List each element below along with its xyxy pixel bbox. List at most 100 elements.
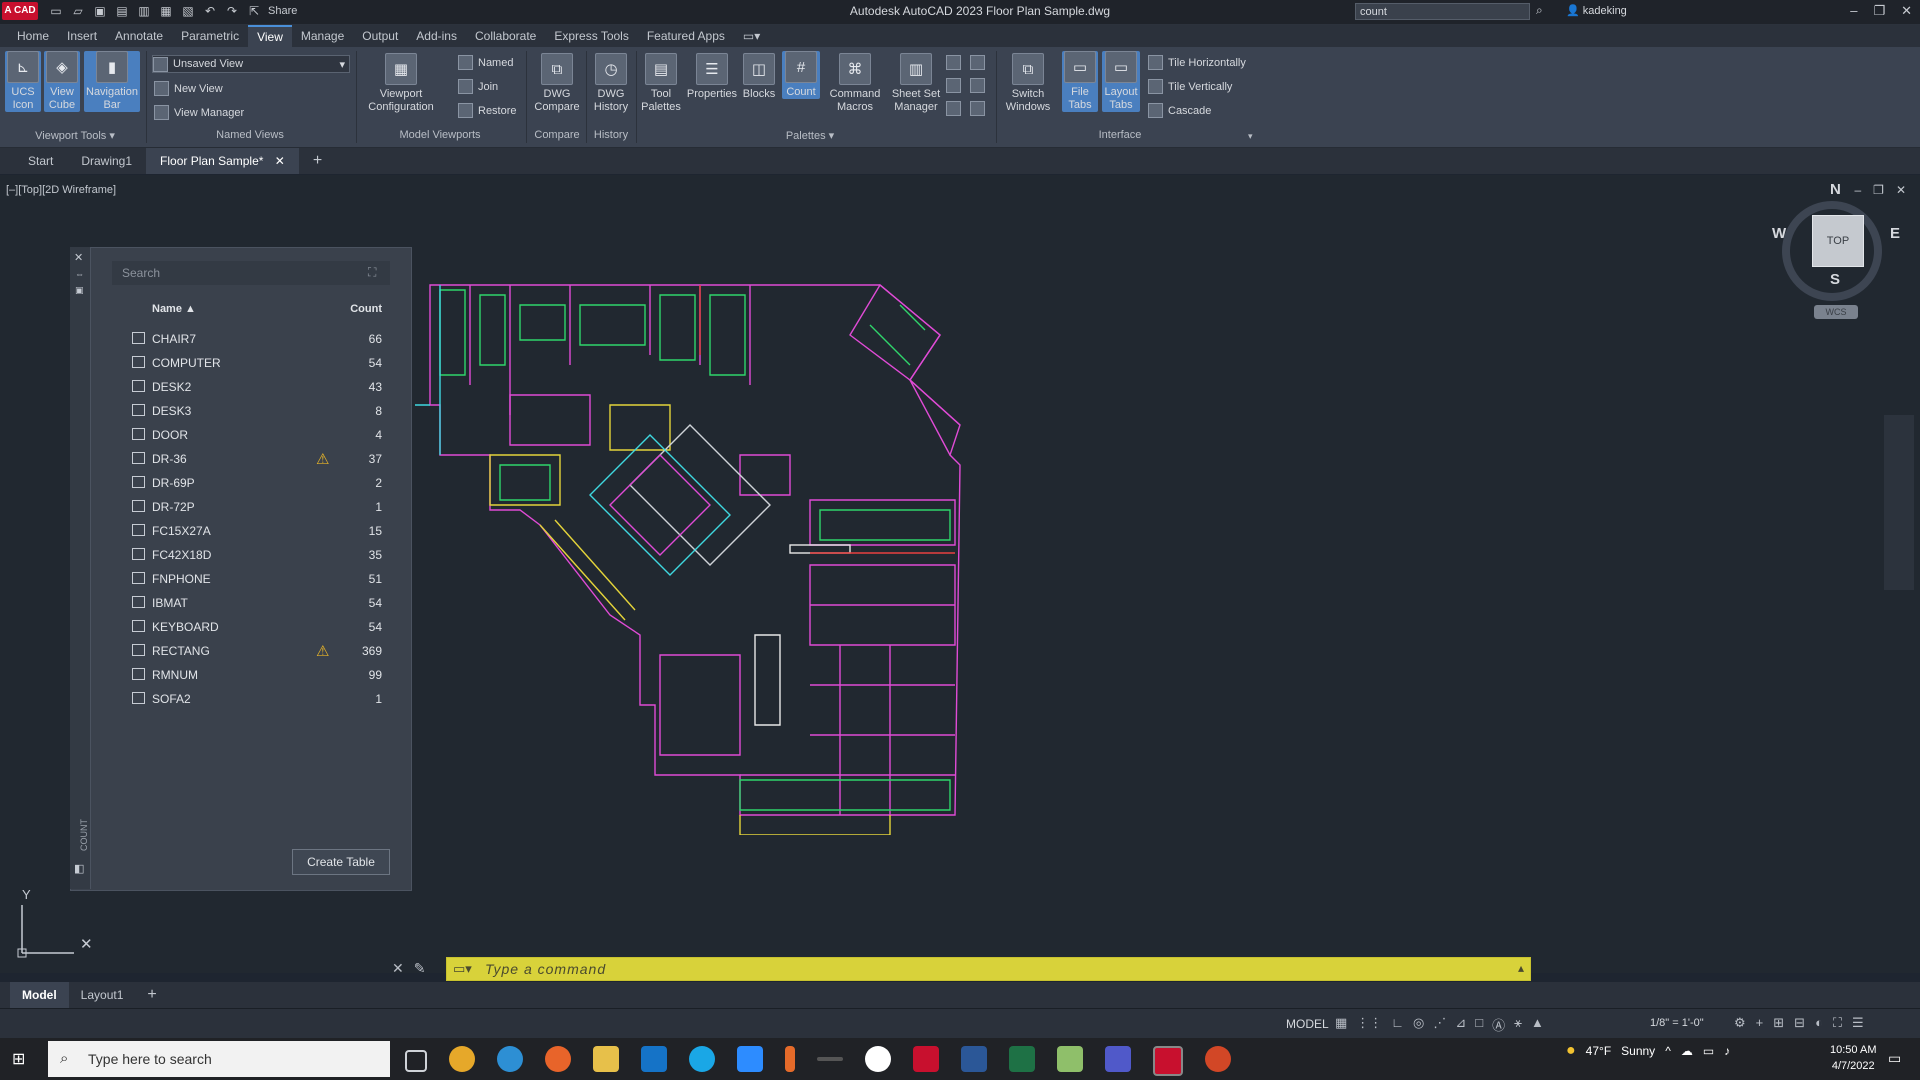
paint-icon[interactable] xyxy=(785,1046,795,1072)
notification-icon[interactable]: ▭ xyxy=(1888,1050,1901,1067)
minimize-icon[interactable]: – xyxy=(1850,3,1857,19)
outlook-icon[interactable] xyxy=(641,1046,667,1072)
close-icon[interactable]: ✕ xyxy=(1901,3,1912,19)
close-palette-icon[interactable]: ✕ xyxy=(74,251,83,264)
cascade-button[interactable]: Cascade xyxy=(1148,103,1211,118)
panel-label-palettes[interactable]: Palettes ▾ xyxy=(640,129,980,142)
tab-insert[interactable]: Insert xyxy=(58,25,106,47)
weather-temperature[interactable]: 47°F xyxy=(1586,1044,1611,1058)
open-web-icon[interactable]: ▥ xyxy=(136,3,152,19)
command-input[interactable]: Type a command xyxy=(485,961,606,977)
viewcube-top-face[interactable]: TOP xyxy=(1812,215,1864,267)
count-row[interactable]: DESK2 43 xyxy=(112,375,390,399)
grid-icon[interactable]: ▦ xyxy=(1335,1015,1347,1034)
properties-menu-icon[interactable]: ▣ xyxy=(75,285,84,296)
autohide-icon[interactable]: ⇔ xyxy=(75,269,84,279)
network-icon[interactable]: ▭ xyxy=(1703,1044,1714,1058)
navigation-bar-button[interactable]: ▮ Navigation Bar xyxy=(84,51,140,112)
save-icon[interactable]: ▣ xyxy=(92,3,108,19)
file-tabs-button[interactable]: ▭ File Tabs xyxy=(1062,51,1098,112)
compass-north[interactable]: N xyxy=(1830,181,1841,198)
open-file-icon[interactable]: ▱ xyxy=(70,3,86,19)
save-web-icon[interactable]: ▦ xyxy=(158,3,174,19)
tab-output[interactable]: Output xyxy=(353,25,407,47)
wcs-menu[interactable]: WCS xyxy=(1814,305,1858,319)
file-explorer-icon[interactable] xyxy=(593,1046,619,1072)
tray-chevron-icon[interactable]: ^ xyxy=(1665,1044,1671,1058)
tab-view[interactable]: View xyxy=(248,25,292,47)
share-icon[interactable]: ⇱ xyxy=(246,3,262,19)
add-layout-button[interactable]: + xyxy=(135,982,168,1008)
word-icon[interactable] xyxy=(961,1046,987,1072)
count-row[interactable]: IBMAT 54 xyxy=(112,591,390,615)
customization-icon[interactable]: ☰ xyxy=(1852,1015,1864,1031)
tool-palettes-button[interactable]: ▤ Tool Palettes xyxy=(638,53,684,114)
sheet-set-manager-button[interactable]: ▥ Sheet Set Manager xyxy=(888,53,944,114)
clean-screen-icon[interactable]: ⛶ xyxy=(1833,1015,1842,1031)
panel-label-viewport-tools[interactable]: Viewport Tools ▾ xyxy=(10,129,140,142)
app-icon[interactable] xyxy=(817,1057,843,1061)
excel-icon[interactable] xyxy=(1009,1046,1035,1072)
tab-add-ins[interactable]: Add-ins xyxy=(407,25,466,47)
count-row[interactable]: SOFA2 1 xyxy=(112,687,390,711)
firefox-icon[interactable] xyxy=(545,1046,571,1072)
undo-icon[interactable]: ↶ xyxy=(202,3,218,19)
column-header-count[interactable]: Count xyxy=(350,303,382,315)
count-row[interactable]: DESK3 8 xyxy=(112,399,390,423)
search-options-icon[interactable]: ⛶ xyxy=(368,265,376,280)
markup-icon[interactable] xyxy=(946,78,961,93)
file-tab-drawing1[interactable]: Drawing1 xyxy=(67,148,146,174)
count-row[interactable]: COMPUTER 54 xyxy=(112,351,390,375)
colorful-app-icon[interactable] xyxy=(865,1046,891,1072)
command-prompt-icon[interactable]: ▭▾ xyxy=(453,961,472,977)
workspace-gear-icon[interactable]: ⚙ xyxy=(1734,1015,1746,1031)
command-history-icon[interactable]: ▴ xyxy=(1518,961,1524,975)
file-tab-floor-plan[interactable]: Floor Plan Sample* ✕ xyxy=(146,148,299,174)
drawing-viewport[interactable]: [–][Top][2D Wireframe] – ❐ ✕ ✕ ⇔ ▣ ◧ COU… xyxy=(0,175,1920,973)
autocad-taskbar-icon[interactable] xyxy=(913,1046,939,1072)
layers-icon[interactable] xyxy=(970,55,985,70)
sheet-icon[interactable] xyxy=(970,101,985,116)
ribbon-toggle-icon[interactable]: ▭▾ xyxy=(734,25,769,47)
tile-horizontally-button[interactable]: Tile Horizontally xyxy=(1148,55,1246,70)
panel-expand-icon[interactable]: ▾ xyxy=(1248,131,1253,142)
count-row[interactable]: FNPHONE 51 xyxy=(112,567,390,591)
tile-vertically-button[interactable]: Tile Vertically xyxy=(1148,79,1232,94)
object-snap-tracking-icon[interactable]: ⊿ xyxy=(1455,1015,1466,1034)
help-search-input[interactable]: count xyxy=(1355,3,1530,20)
viewport-scrollbar[interactable] xyxy=(1884,415,1914,590)
save-as-icon[interactable]: ▤ xyxy=(114,3,130,19)
snap-icon[interactable]: ⋮⋮ xyxy=(1356,1015,1382,1034)
volume-icon[interactable]: ♪ xyxy=(1724,1044,1730,1058)
cloud-icon[interactable]: ☁ xyxy=(1681,1044,1693,1058)
external-refs-icon[interactable] xyxy=(970,78,985,93)
teams-icon[interactable] xyxy=(1105,1046,1131,1072)
autocad-logo[interactable]: A CAD xyxy=(2,2,38,20)
count-row[interactable]: FC42X18D 35 xyxy=(112,543,390,567)
object-snap-icon[interactable]: □ xyxy=(1475,1015,1483,1034)
taskbar-search-input[interactable]: ⌕ Type here to search xyxy=(48,1041,390,1077)
viewport-configuration-button[interactable]: ▦ Viewport Configuration xyxy=(362,53,440,114)
polar-icon[interactable]: ◎ xyxy=(1413,1015,1424,1034)
properties-button[interactable]: ☰ Properties xyxy=(686,53,738,101)
layout-tabs-button[interactable]: ▭ Layout Tabs xyxy=(1102,51,1140,112)
file-tab-start[interactable]: Start xyxy=(14,148,67,174)
annotation-visibility-icon[interactable]: Ⓐ xyxy=(1492,1015,1505,1034)
count-palette-titlebar[interactable]: ✕ ⇔ ▣ ◧ xyxy=(70,247,91,889)
count-row[interactable]: DR-69P 2 xyxy=(112,471,390,495)
close-tab-icon[interactable]: ✕ xyxy=(275,154,285,168)
task-view-icon[interactable] xyxy=(405,1050,427,1072)
count-row[interactable]: DR-36 37 ⚠ xyxy=(112,447,390,471)
floor-plan-drawing[interactable] xyxy=(410,275,1110,835)
user-account[interactable]: 👤 kadeking xyxy=(1566,4,1627,17)
tab-featured-apps[interactable]: Featured Apps xyxy=(638,25,734,47)
annotation-scale-value[interactable]: 1/8" = 1'-0" xyxy=(1650,1017,1704,1029)
command-close-icon[interactable]: ✕ xyxy=(392,960,404,977)
plus-icon[interactable]: + xyxy=(1756,1015,1764,1031)
annotation-scale-icon[interactable]: ▲ xyxy=(1531,1015,1544,1034)
chrome-icon[interactable] xyxy=(449,1046,475,1072)
view-manager-button[interactable]: View Manager xyxy=(154,105,244,120)
tab-parametric[interactable]: Parametric xyxy=(172,25,248,47)
sun-weather-icon[interactable]: ● xyxy=(1566,1042,1576,1060)
isodraft-icon[interactable]: ⋰ xyxy=(1433,1015,1446,1034)
